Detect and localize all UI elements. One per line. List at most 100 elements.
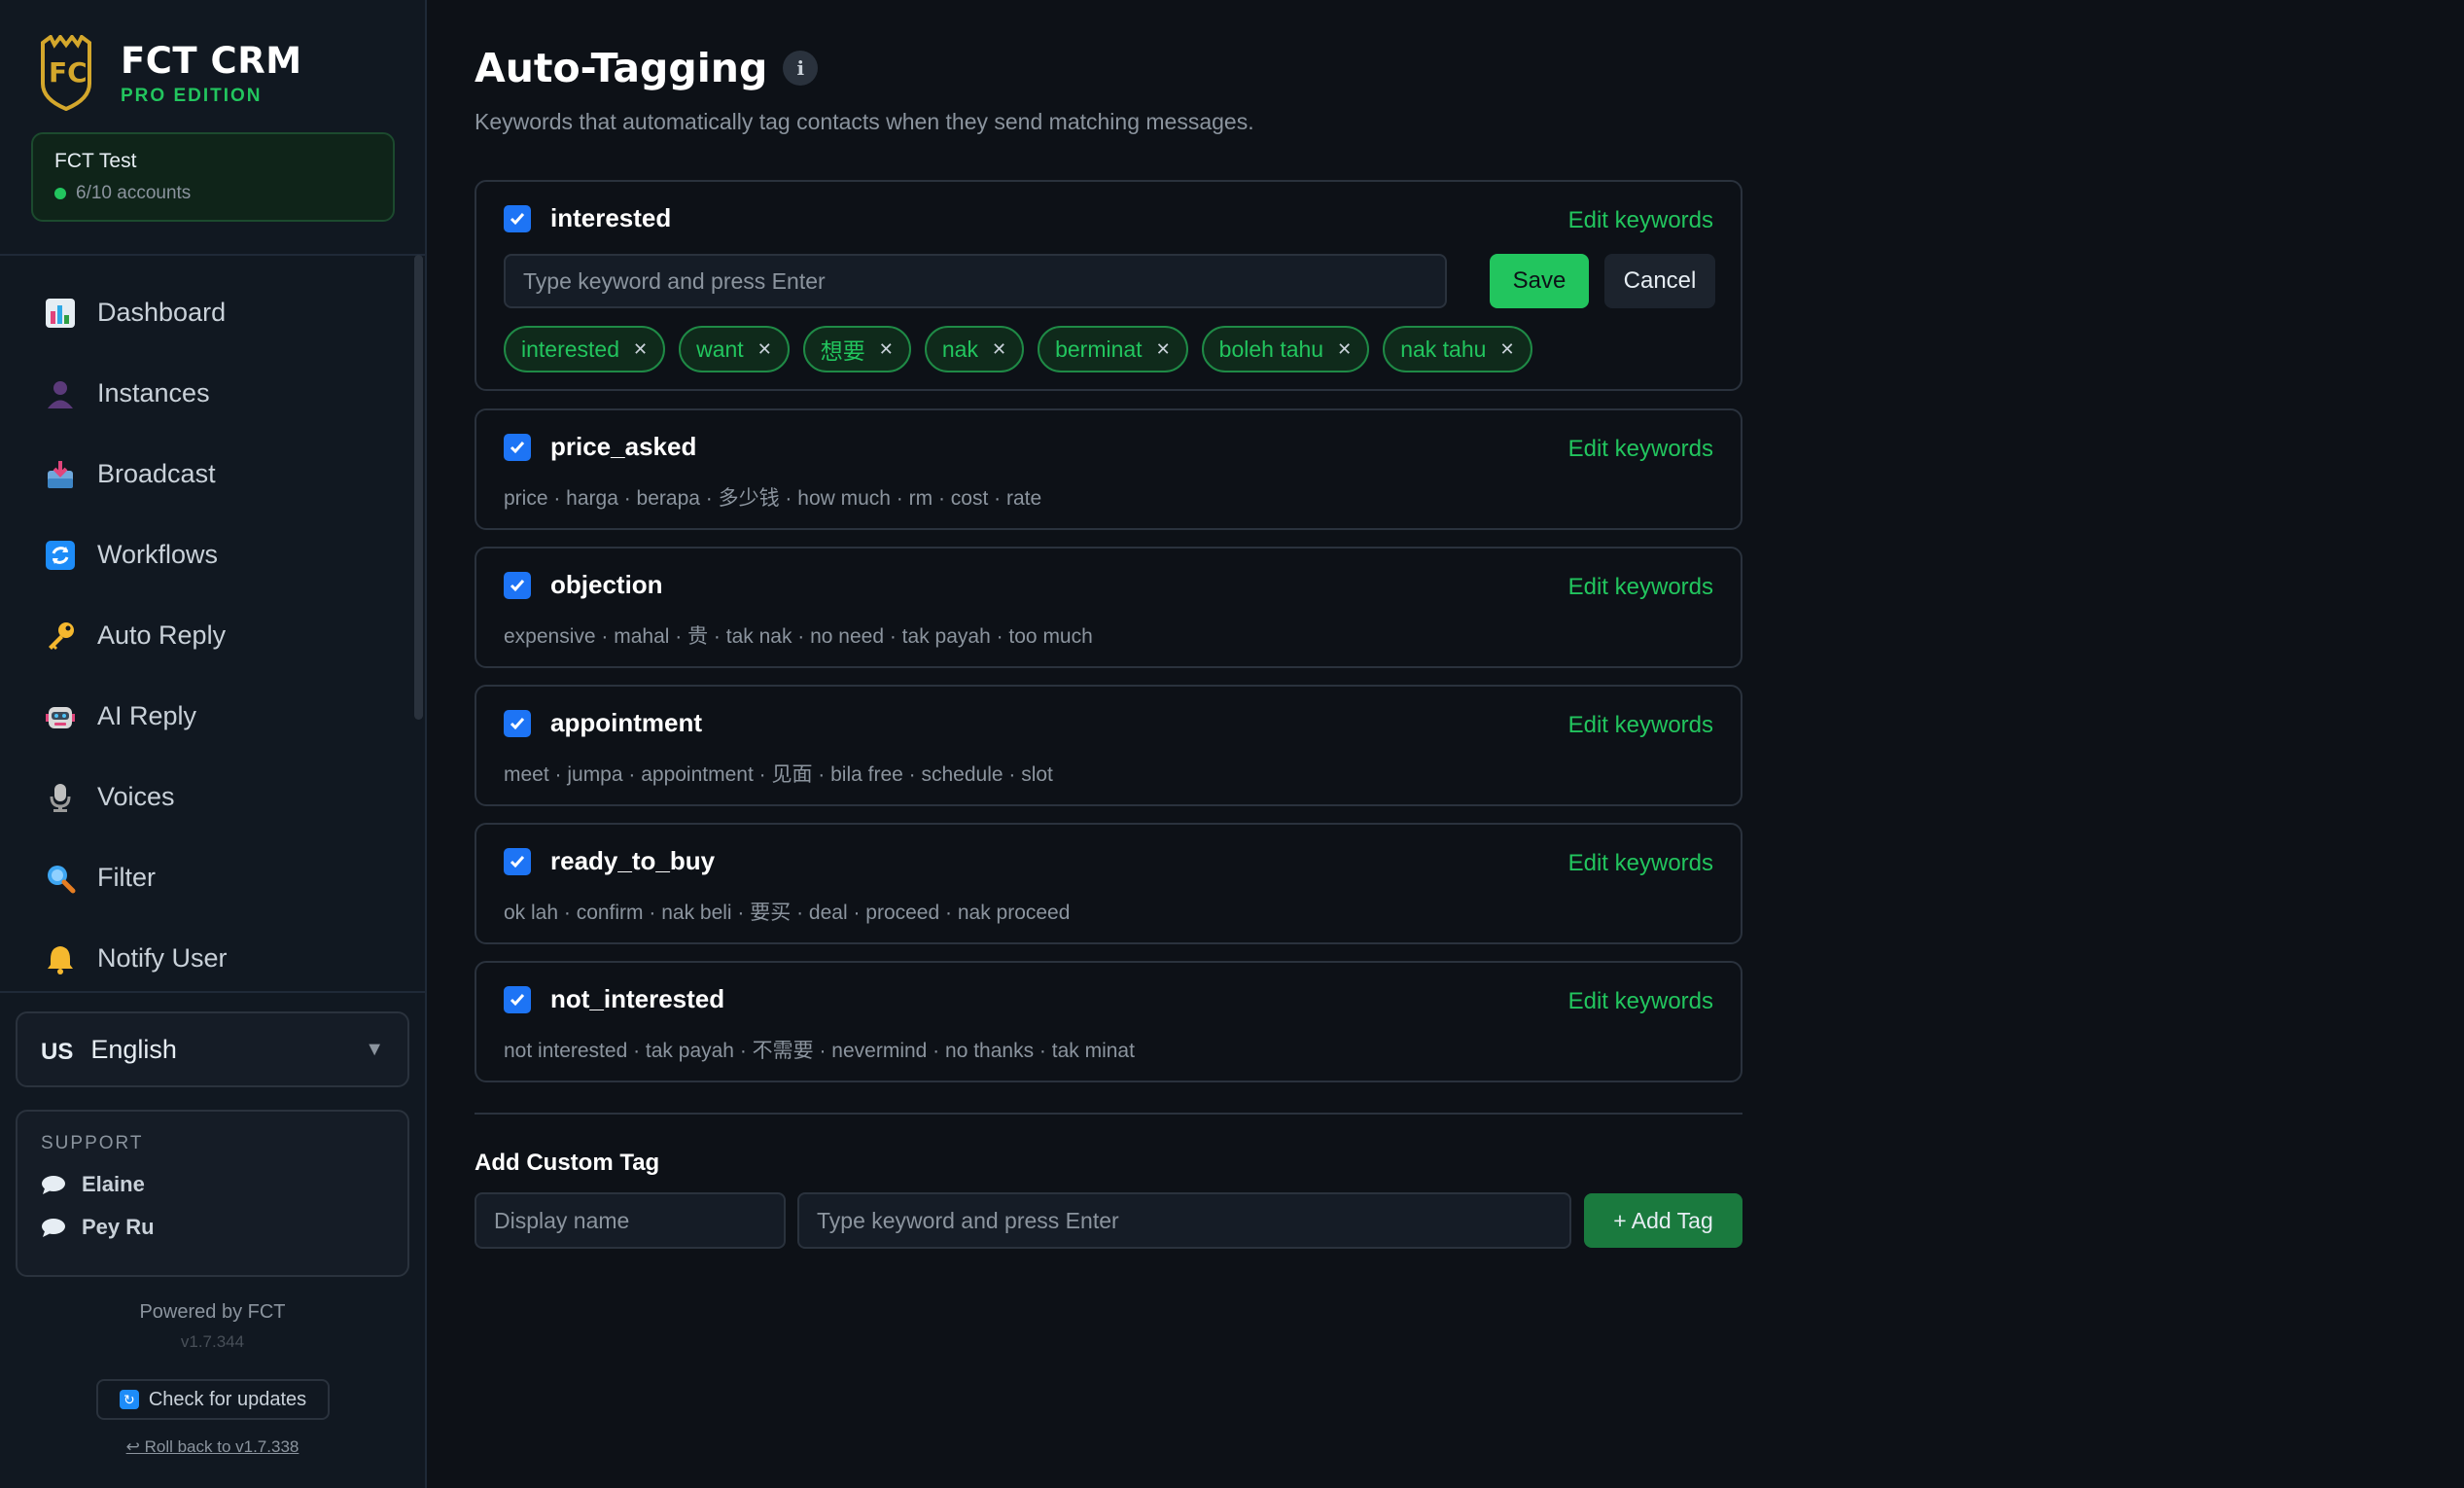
display-name-input[interactable] (475, 1192, 786, 1249)
sidebar-divider (0, 254, 425, 256)
language-select[interactable]: US English ▼ (16, 1011, 409, 1087)
inbox-icon (43, 457, 78, 492)
tag-enabled-checkbox[interactable] (504, 709, 531, 737)
rollback-link[interactable]: ↩ Roll back to v1.7.338 (0, 1437, 425, 1457)
remove-keyword-icon[interactable]: ✕ (879, 339, 894, 360)
refresh-icon: ↻ (119, 1390, 139, 1409)
nav-label: Filter (97, 863, 156, 892)
brand: FC FCT CRM PRO EDITION (39, 35, 302, 111)
nav-item-instances[interactable]: Instances (0, 353, 418, 434)
page-header: Auto-Tagging i (475, 45, 819, 91)
remove-keyword-icon[interactable]: ✕ (1337, 339, 1352, 360)
add-custom-tag-title: Add Custom Tag (475, 1150, 660, 1176)
keyword-input[interactable] (504, 254, 1447, 308)
keyword-chip-label: boleh tahu (1218, 336, 1324, 362)
caret-down-icon: ▼ (365, 1038, 384, 1060)
keyword-list: meet · jumpa · appointment · 见面 · bila f… (504, 763, 1053, 786)
nav-item-dashboard[interactable]: Dashboard (0, 272, 418, 353)
remove-keyword-icon[interactable]: ✕ (992, 339, 1006, 360)
support-contact-pey-ru[interactable]: Pey Ru (41, 1215, 384, 1240)
support-contact-name: Pey Ru (82, 1215, 155, 1239)
powered-by: Powered by FCT (139, 1301, 286, 1323)
language-value: English (90, 1034, 177, 1064)
section-divider (475, 1113, 1742, 1115)
edit-keywords-link[interactable]: Edit keywords (1568, 436, 1713, 463)
nav-label: Instances (97, 378, 210, 407)
support-contact-elaine[interactable]: Elaine (41, 1172, 384, 1197)
tag-enabled-checkbox[interactable] (504, 571, 531, 599)
edit-keywords-link[interactable]: Edit keywords (1568, 207, 1713, 234)
nav-label: Notify User (97, 943, 228, 973)
nav-item-filter[interactable]: Filter (0, 837, 418, 918)
fct-shield-logo: FC (41, 35, 91, 111)
key-icon (43, 619, 78, 654)
edit-keywords-link[interactable]: Edit keywords (1568, 988, 1713, 1015)
magnifier-icon (43, 861, 78, 896)
keyword-list: not interested · tak payah · 不需要 · never… (504, 1040, 1135, 1062)
edit-keywords-link[interactable]: Edit keywords (1568, 574, 1713, 601)
chat-bubble-icon (42, 1176, 65, 1194)
remove-keyword-icon[interactable]: ✕ (757, 339, 772, 360)
nav-item-voices[interactable]: Voices (0, 757, 418, 837)
keyword-chip: nak tahu ✕ (1383, 326, 1532, 372)
keyword-chip: boleh tahu ✕ (1201, 326, 1370, 372)
keyword-chip: 想要 ✕ (802, 326, 911, 372)
tag-name: not_interested (550, 984, 725, 1013)
keyword-chip: interested ✕ (504, 326, 666, 372)
support-contact-name: Elaine (82, 1172, 145, 1196)
account-card[interactable]: FCT Test 6/10 accounts (31, 132, 395, 222)
tag-card-price-asked: price_asked Edit keywords price · harga … (475, 408, 1742, 530)
check-updates-label: Check for updates (148, 1388, 307, 1410)
edit-keywords-link[interactable]: Edit keywords (1568, 712, 1713, 739)
add-tag-button[interactable]: + Add Tag (1584, 1193, 1742, 1248)
tag-enabled-checkbox[interactable] (504, 433, 531, 461)
nav-label: Auto Reply (97, 620, 227, 650)
cancel-button[interactable]: Cancel (1604, 254, 1715, 308)
nav-item-ai-reply[interactable]: AI Reply (0, 676, 418, 757)
tag-enabled-checkbox[interactable] (504, 985, 531, 1013)
brand-edition: PRO EDITION (121, 85, 263, 106)
keyword-chip-label: interested (521, 336, 620, 362)
keyword-list: ok lah · confirm · nak beli · 要买 · deal … (504, 902, 1071, 924)
keyword-chip: want ✕ (679, 326, 790, 372)
tag-name: price_asked (550, 432, 697, 461)
account-name: FCT Test (54, 150, 137, 172)
nav-item-workflows[interactable]: Workflows (0, 514, 418, 595)
edit-keywords-link[interactable]: Edit keywords (1568, 850, 1713, 877)
keyword-chip: berminat ✕ (1038, 326, 1188, 372)
save-button[interactable]: Save (1490, 254, 1589, 308)
online-status-dot (54, 188, 66, 199)
remove-keyword-icon[interactable]: ✕ (1499, 339, 1514, 360)
check-icon (510, 717, 525, 729)
check-updates-button[interactable]: ↻ Check for updates (96, 1379, 330, 1420)
nav-item-notify-user[interactable]: Notify User (0, 918, 418, 999)
tag-name: ready_to_buy (550, 846, 716, 875)
keyword-chip-label: berminat (1055, 336, 1143, 362)
nav-item-broadcast[interactable]: Broadcast (0, 434, 418, 514)
tag-enabled-checkbox[interactable] (504, 204, 531, 232)
remove-keyword-icon[interactable]: ✕ (1156, 339, 1171, 360)
tag-enabled-checkbox[interactable] (504, 847, 531, 875)
nav-label: AI Reply (97, 701, 197, 730)
sidebar: FC FCT CRM PRO EDITION FCT Test 6/10 acc… (0, 0, 427, 1488)
keyword-chip: nak ✕ (924, 326, 1025, 372)
tag-card-interested: interested Edit keywords Save Cancel int… (475, 180, 1742, 391)
keyword-list: expensive · mahal · 贵 · tak nak · no nee… (504, 625, 1093, 648)
nav-item-auto-reply[interactable]: Auto Reply (0, 595, 418, 676)
check-icon (510, 855, 525, 868)
main-nav: Dashboard Instances Broadcast Workflows … (0, 272, 418, 999)
keyword-chip-label: want (696, 336, 744, 362)
tag-card-appointment: appointment Edit keywords meet · jumpa ·… (475, 685, 1742, 806)
keyword-chip-label: 想要 (820, 338, 865, 364)
chat-bubble-icon (42, 1219, 65, 1237)
tag-card-not-interested: not_interested Edit keywords not interes… (475, 961, 1742, 1082)
nav-label: Workflows (97, 540, 219, 569)
brand-title: FCT CRM (121, 39, 302, 82)
check-icon (510, 441, 525, 453)
info-icon[interactable]: i (783, 51, 819, 86)
tag-name: appointment (550, 708, 702, 737)
nav-label: Broadcast (97, 459, 216, 488)
custom-keyword-input[interactable] (797, 1192, 1571, 1249)
support-title: SUPPORT (41, 1133, 144, 1153)
remove-keyword-icon[interactable]: ✕ (633, 339, 648, 360)
